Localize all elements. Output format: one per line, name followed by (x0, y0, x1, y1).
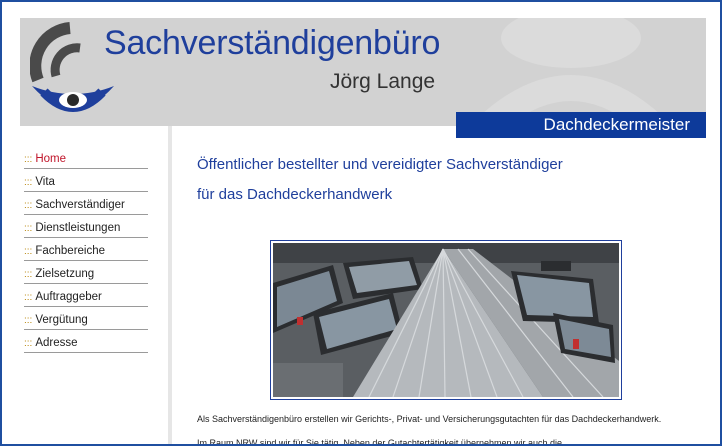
nav-item-label: Zielsetzung (35, 268, 95, 280)
nav-item-auftraggeber[interactable]: ::: Auftraggeber (24, 284, 148, 307)
nav-item-sachverstaendiger[interactable]: ::: Sachverständiger (24, 192, 148, 215)
site-title: Sachverständigenbüro (104, 24, 441, 62)
main-navigation: ::: Home ::: Vita ::: Sachverständiger :… (24, 146, 148, 353)
nav-item-label: Vita (35, 176, 55, 188)
nav-item-dienstleistungen[interactable]: ::: Dienstleistungen (24, 215, 148, 238)
roof-photo (270, 240, 622, 400)
nav-item-label: Fachbereiche (35, 245, 106, 257)
nav-item-label: Home (35, 153, 67, 165)
nav-item-label: Adresse (35, 337, 78, 349)
nav-item-home[interactable]: ::: Home (24, 146, 148, 169)
browser-frame: Sachverständigenbüro Jörg Lange Dachdeck… (0, 0, 722, 446)
nav-bullet: ::: (24, 315, 33, 326)
nav-bullet: ::: (24, 177, 33, 188)
sidebar-divider (168, 126, 172, 444)
page-subheadline: für das Dachdeckerhandwerk (197, 186, 393, 203)
nav-item-adresse[interactable]: ::: Adresse (24, 330, 148, 353)
nav-item-label: Auftraggeber (35, 291, 102, 303)
sidebar: ::: Home ::: Vita ::: Sachverständiger :… (20, 126, 170, 444)
intro-paragraph: Als Sachverständigenbüro erstellen wir G… (197, 414, 662, 424)
profession-banner: Dachdeckermeister (456, 112, 706, 138)
eye-watermark-icon (469, 18, 673, 126)
nav-item-label: Sachverständiger (35, 199, 125, 211)
nav-bullet: ::: (24, 292, 33, 303)
nav-bullet: ::: (24, 246, 33, 257)
nav-bullet: ::: (24, 154, 33, 165)
intro-paragraph-2: Im Raum NRW sind wir für Sie tätig. Nebe… (197, 438, 562, 446)
nav-item-label: Vergütung (35, 314, 88, 326)
nav-item-fachbereiche[interactable]: ::: Fachbereiche (24, 238, 148, 261)
nav-bullet: ::: (24, 269, 33, 280)
page-headline: Öffentlicher bestellter und vereidigter … (197, 156, 563, 173)
nav-bullet: ::: (24, 338, 33, 349)
site-subtitle: Jörg Lange (330, 70, 436, 93)
site-header: Sachverständigenbüro Jörg Lange (20, 18, 706, 126)
nav-bullet: ::: (24, 223, 33, 234)
nav-item-zielsetzung[interactable]: ::: Zielsetzung (24, 261, 148, 284)
roof-photo-image (273, 243, 619, 397)
nav-bullet: ::: (24, 200, 33, 211)
nav-item-verguetung[interactable]: ::: Vergütung (24, 307, 148, 330)
main-content: Öffentlicher bestellter und vereidigter … (174, 138, 704, 446)
nav-item-vita[interactable]: ::: Vita (24, 169, 148, 192)
nav-item-label: Dienstleistungen (35, 222, 121, 234)
